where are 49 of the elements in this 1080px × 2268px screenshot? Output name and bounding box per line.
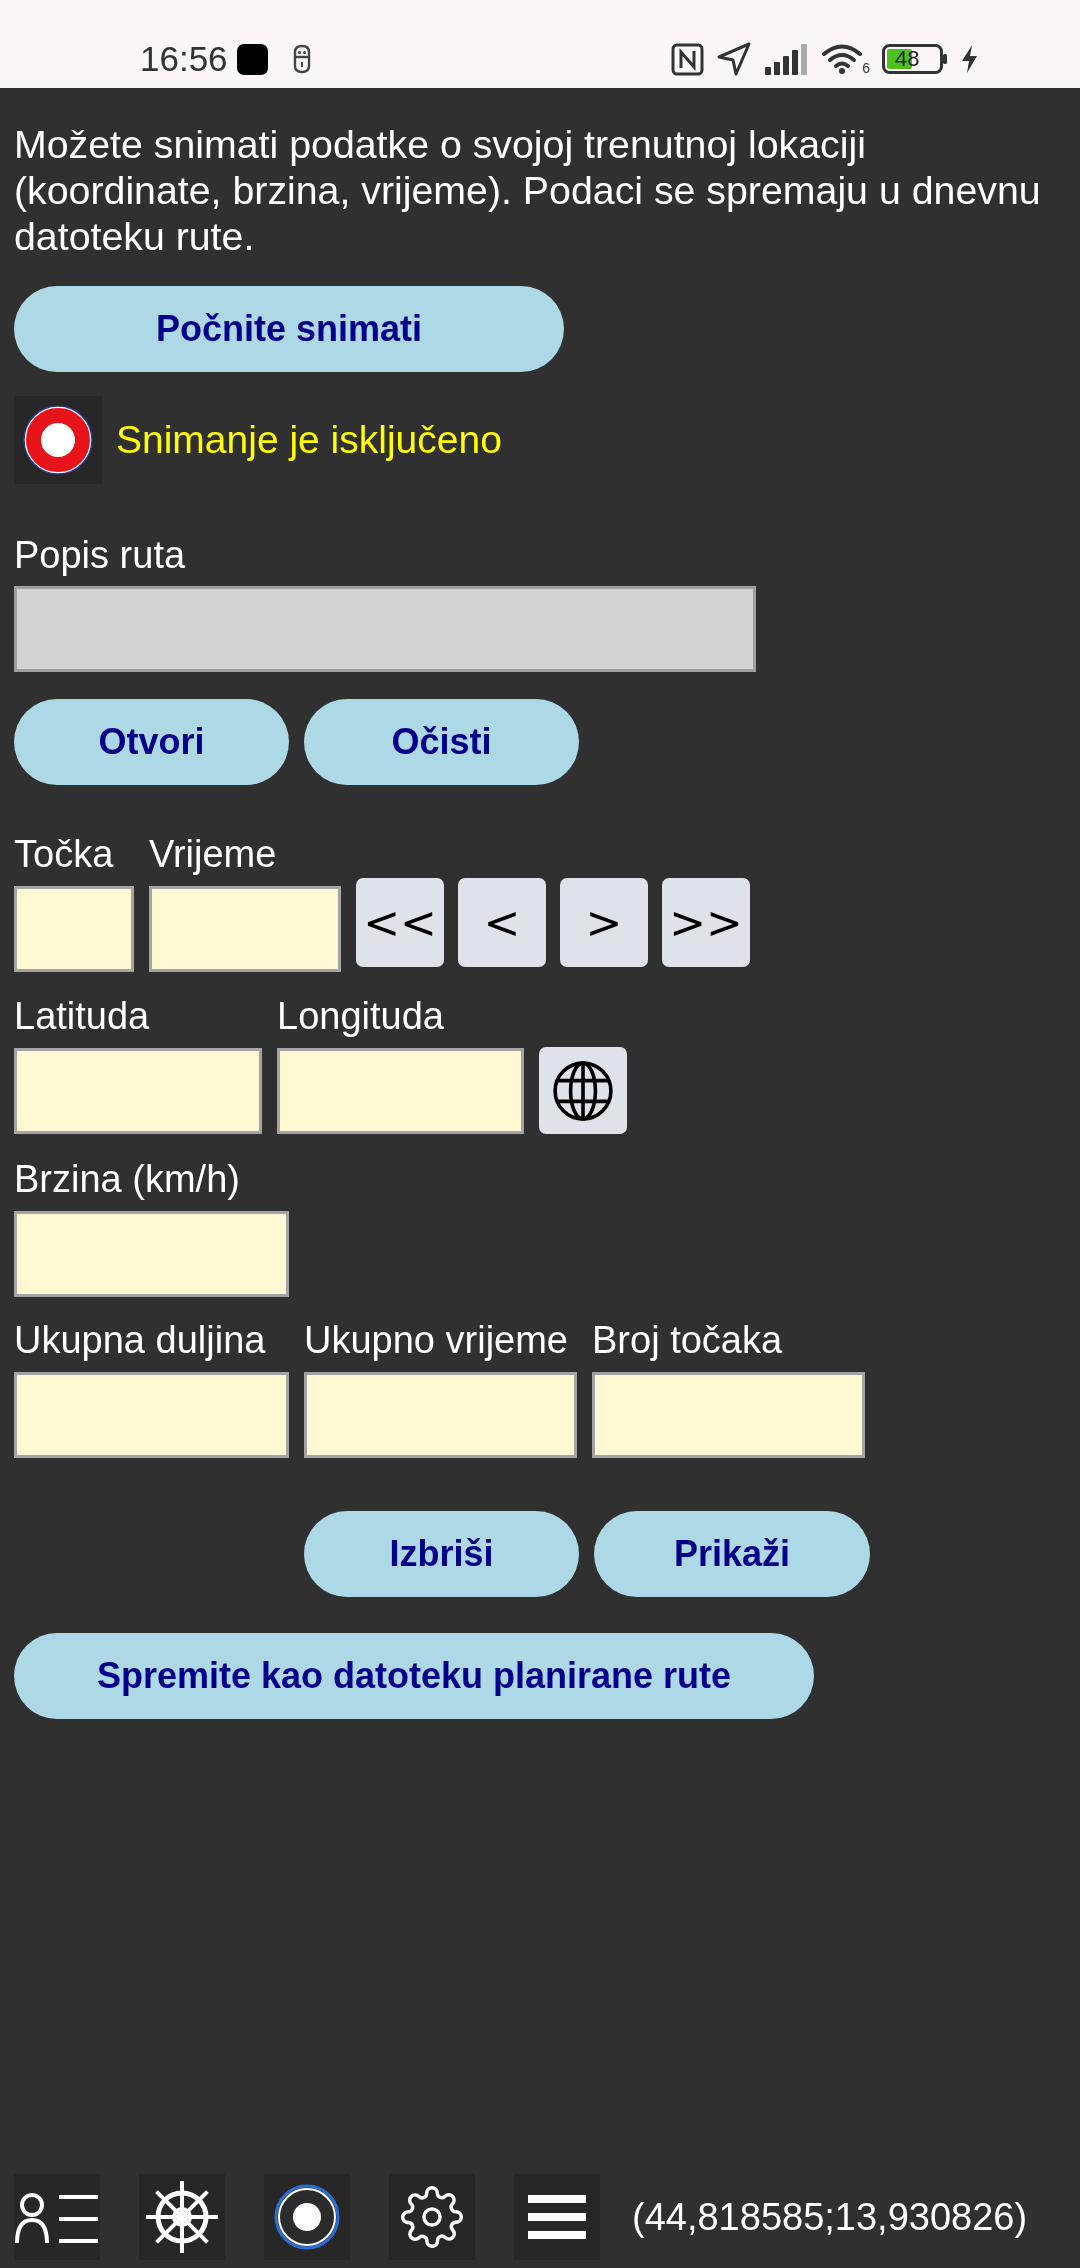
nfc-icon bbox=[671, 42, 705, 76]
input-field[interactable] bbox=[14, 1048, 262, 1134]
ship-wheel-icon bbox=[144, 2179, 220, 2255]
route-button[interactable]: Očisti bbox=[304, 699, 579, 785]
input-field[interactable] bbox=[592, 1372, 865, 1458]
field-label: Latituda bbox=[14, 995, 151, 1037]
navigation-button[interactable]: > bbox=[560, 878, 648, 967]
notification-square-icon bbox=[236, 43, 268, 75]
navigation-button[interactable]: << bbox=[356, 878, 444, 967]
settings-icon bbox=[400, 2185, 464, 2249]
menu-icon bbox=[528, 2195, 586, 2239]
field-label: Brzina (km/h) bbox=[14, 1158, 241, 1200]
menu-button[interactable] bbox=[514, 2174, 600, 2260]
input-field[interactable] bbox=[14, 1211, 289, 1297]
field-label: Longituda bbox=[277, 995, 445, 1037]
input-field[interactable] bbox=[277, 1048, 524, 1134]
field-label: Ukupna duljina bbox=[14, 1319, 267, 1361]
recording-status: Snimanje je isključeno bbox=[116, 418, 502, 462]
record-icon bbox=[273, 2183, 341, 2251]
charging-bolt-icon bbox=[960, 44, 979, 74]
field-label: Vrijeme bbox=[149, 833, 278, 875]
input-field[interactable] bbox=[14, 1372, 289, 1458]
navigation-button[interactable]: >> bbox=[662, 878, 750, 967]
route-list-label: Popis ruta bbox=[14, 534, 186, 576]
wifi-icon bbox=[822, 43, 863, 75]
clock-time: 16:56 bbox=[140, 39, 228, 79]
navigation-button[interactable]: < bbox=[458, 878, 546, 967]
record-button[interactable] bbox=[264, 2174, 350, 2260]
input-field[interactable] bbox=[14, 886, 134, 972]
action-button[interactable]: Izbriši bbox=[304, 1511, 579, 1597]
field-label: Točka bbox=[14, 833, 115, 875]
route-list-button[interactable] bbox=[14, 2174, 100, 2260]
settings-button[interactable] bbox=[389, 2174, 475, 2260]
globe-icon bbox=[552, 1059, 614, 1122]
navigation-wheel-button[interactable] bbox=[139, 2174, 225, 2260]
wifi-standard-label: 6 bbox=[862, 61, 870, 75]
coordinates-text: (44,818585;13,930826) bbox=[632, 2195, 1028, 2239]
action-button[interactable]: Prikaži bbox=[594, 1511, 870, 1597]
field-label: Broj točaka bbox=[592, 1319, 784, 1361]
save-route-button[interactable]: Spremite kao datoteku planirane rute bbox=[14, 1633, 814, 1719]
location-arrow-icon bbox=[716, 41, 753, 77]
input-field[interactable] bbox=[304, 1372, 577, 1458]
field-label: Ukupno vrijeme bbox=[304, 1319, 569, 1361]
map-button[interactable] bbox=[539, 1047, 627, 1134]
intro-text: Možete snimati podatke o svojoj trenutnoj lokaciji (koordinate, brzina, vrijeme). Podaci se spremaju u dnevnu datoteku rute. bbox=[14, 121, 1042, 259]
start-recording-button[interactable]: Počnite snimati bbox=[14, 286, 564, 372]
route-list-field[interactable] bbox=[14, 586, 756, 672]
input-field[interactable] bbox=[149, 886, 341, 972]
route-button[interactable]: Otvori bbox=[14, 699, 289, 785]
